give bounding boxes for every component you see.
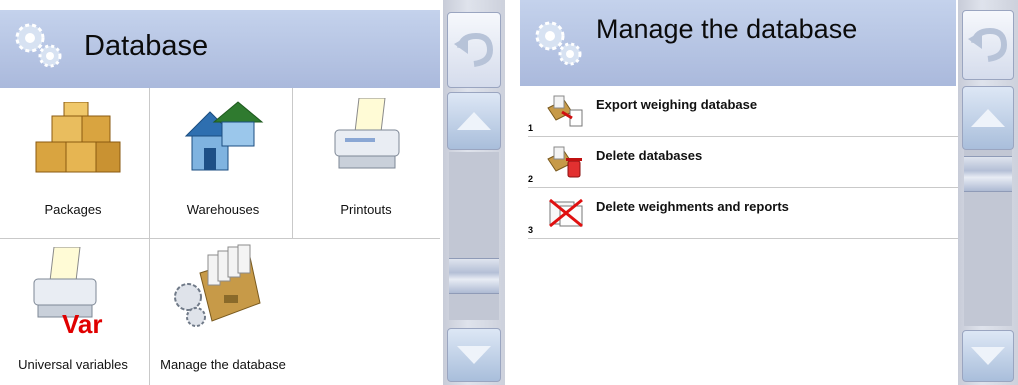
warehouses-icon (184, 101, 264, 171)
scroll-down-button[interactable] (447, 328, 501, 382)
tile-label: Packages (44, 202, 102, 217)
undo-arrow-icon (454, 32, 494, 67)
tile-grid: Packages Warehouses Printouts Var Univer… (0, 88, 440, 385)
delete-databases-icon (547, 146, 582, 178)
list-item-label: Delete weighments and reports (596, 199, 789, 214)
tile-label: Printouts (340, 202, 392, 217)
arrow-up-icon (971, 109, 1005, 127)
arrow-down-icon (971, 347, 1005, 365)
tile-label: Manage the database (160, 357, 286, 372)
sidebar (443, 0, 505, 385)
gears-icon (15, 23, 62, 68)
tile-label: Warehouses (186, 202, 260, 217)
tile-packages[interactable]: Packages (0, 88, 146, 236)
sidebar (958, 0, 1018, 385)
scrollbar-track[interactable] (964, 150, 1012, 326)
list-item-number: 3 (528, 225, 534, 235)
list-item-delete-weighments[interactable]: Delete weighments and reports 3 (520, 188, 972, 239)
header-bar: Database (0, 10, 440, 88)
tile-warehouses[interactable]: Warehouses (150, 88, 296, 236)
back-button[interactable] (962, 10, 1014, 80)
list-item-number: 1 (528, 123, 534, 133)
arrow-up-icon (457, 112, 491, 130)
header-bar: Manage the database (520, 0, 956, 86)
tile-universal-variables[interactable]: Var Universal variables (0, 239, 146, 385)
scrollbar-thumb[interactable] (449, 258, 499, 294)
delete-weighments-icon (549, 198, 583, 228)
scroll-up-button[interactable] (447, 92, 501, 150)
gears-icon (535, 21, 582, 66)
var-badge: Var (62, 309, 103, 339)
scrollbar-thumb[interactable] (964, 156, 1012, 192)
tile-label: Universal variables (18, 357, 128, 372)
arrow-down-icon (457, 346, 491, 364)
list-item-delete-databases[interactable]: Delete databases 2 (520, 137, 972, 188)
export-database-icon (547, 95, 583, 127)
list-item-label: Delete databases (596, 148, 703, 163)
manage-database-panel: Manage the database Export weighing data… (520, 0, 1018, 385)
scroll-up-button[interactable] (962, 86, 1014, 150)
back-button[interactable] (447, 12, 501, 88)
tile-manage-database[interactable]: Manage the database (150, 239, 296, 385)
printer-icon (334, 98, 400, 169)
manage-database-icon (174, 244, 261, 327)
page-title: Database (84, 30, 209, 62)
page-title: Manage the database (596, 14, 858, 44)
scroll-down-button[interactable] (962, 330, 1014, 382)
list-item-export[interactable]: Export weighing database 1 (520, 86, 972, 137)
scrollbar-track[interactable] (449, 152, 499, 320)
tile-printouts[interactable]: Printouts (293, 88, 439, 236)
list-item-number: 2 (528, 174, 534, 184)
packages-icon (35, 102, 121, 173)
list-item-label: Export weighing database (596, 97, 758, 112)
undo-arrow-icon (968, 27, 1008, 62)
database-panel: Database Packages Warehouses Printouts V… (0, 0, 505, 385)
